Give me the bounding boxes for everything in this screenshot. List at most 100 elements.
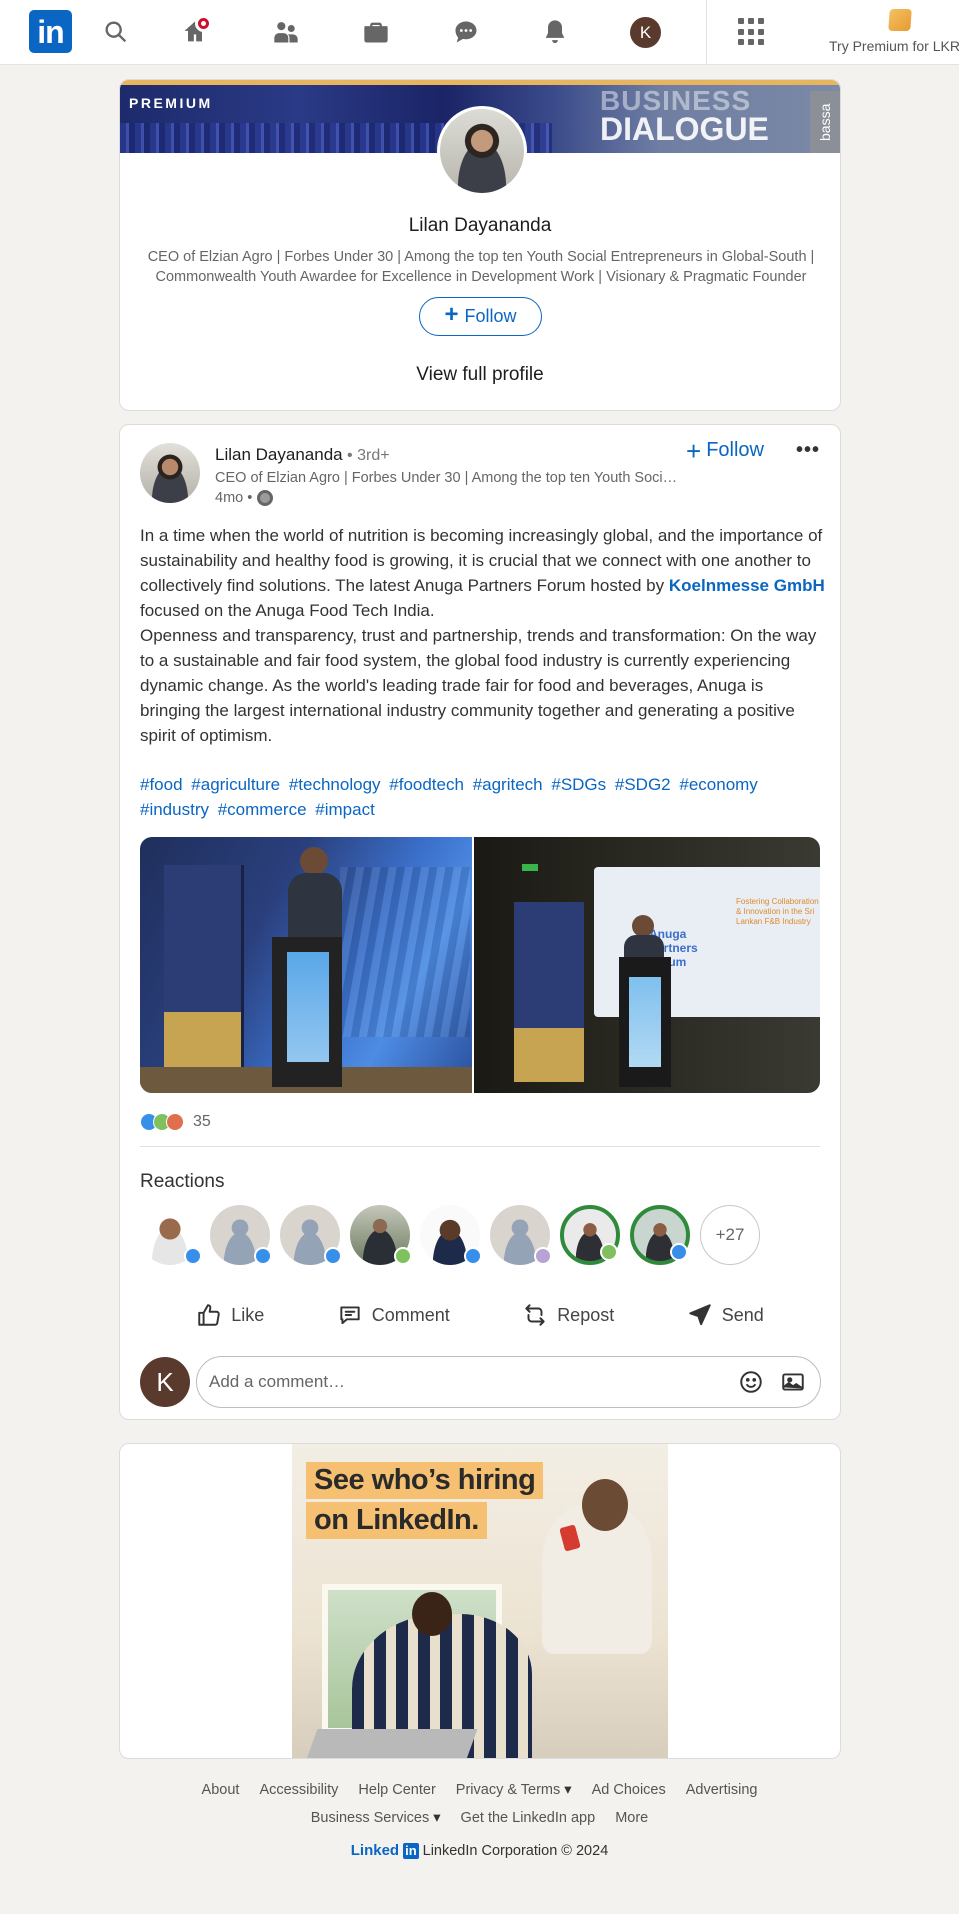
reactor-avatar[interactable] [210,1205,272,1265]
footer-link[interactable]: Accessibility [259,1782,338,1798]
post-follow-button[interactable]: + Follow [686,438,764,464]
post-author-name[interactable]: Lilan Dayananda • 3rd+ [215,445,390,465]
messaging-icon[interactable] [448,14,484,50]
footer-logo-in: in [403,1842,419,1859]
hashtag-link[interactable]: #economy [679,775,757,794]
love-reaction-icon [166,1113,184,1131]
post-author-headline: CEO of Elzian Agro | Forbes Under 30 | A… [215,470,685,486]
post-timestamp: 4mo • [215,490,274,506]
mention-link[interactable]: Koelnmesse GmbH [669,576,825,595]
hashtag-link[interactable]: #industry [140,800,209,819]
reactor-avatar[interactable] [630,1205,690,1265]
footer-link[interactable]: About [202,1782,240,1798]
profile-name[interactable]: Lilan Dayananda [120,215,840,237]
reactor-avatar[interactable] [350,1205,412,1265]
post-text: In a time when the world of nutrition is… [140,523,825,748]
copyright-text: LinkedIn Corporation © 2024 [422,1842,609,1859]
reactions-heading: Reactions [140,1171,225,1192]
footer-link[interactable]: Advertising [686,1782,758,1798]
send-icon [688,1304,711,1326]
footer-logo-word: Linked [350,1842,400,1859]
repost-button[interactable]: Repost [522,1302,614,1328]
photo-screen-text: Fostering Collaboration & Innovation in … [736,897,819,926]
hashtag-link[interactable]: #agriculture [191,775,280,794]
hashtag-link[interactable]: #food [140,775,183,794]
post-author-avatar[interactable] [140,443,200,503]
post-text-part2: focused on the Anuga Food Tech India. [140,601,435,620]
search-icon[interactable] [98,14,134,50]
reactions-summary[interactable]: 35 [140,1113,211,1131]
profile-photo[interactable] [437,106,527,196]
follow-button[interactable]: + Follow [419,297,542,336]
view-full-profile-link[interactable]: View full profile [120,364,840,386]
jobs-icon[interactable] [358,14,394,50]
comment-button[interactable]: Comment [337,1302,450,1328]
reactor-avatar[interactable] [560,1205,620,1265]
hashtag-link[interactable]: #SDG2 [615,775,671,794]
like-label: Like [231,1304,265,1325]
commenter-avatar: K [140,1357,190,1407]
hashtag-link[interactable]: #commerce [218,800,307,819]
thumbs-up-icon [198,1304,220,1326]
profile-headline: CEO of Elzian Agro | Forbes Under 30 | A… [147,249,815,285]
send-label: Send [721,1304,764,1325]
reactor-avatar[interactable] [490,1205,552,1265]
repost-label: Repost [557,1304,615,1325]
like-badge-icon [184,1247,202,1265]
post-actions-bar: Like Comment Repost Send [120,1291,840,1339]
footer-link[interactable]: More [615,1810,648,1826]
footer-link[interactable]: Ad Choices [592,1782,666,1798]
post-text-part3: Openness and transparency, trust and par… [140,626,817,745]
footer-link[interactable]: Help Center [358,1782,435,1798]
emoji-icon[interactable] [736,1367,766,1397]
notifications-icon[interactable] [537,14,573,50]
footer-link[interactable]: Get the LinkedIn app [461,1810,596,1826]
post-follow-label: Follow [706,439,764,461]
hashtag-link[interactable]: #agritech [473,775,543,794]
love-badge-icon [534,1247,552,1265]
plus-icon: + [444,301,459,328]
more-reactors-button[interactable]: +27 [700,1205,760,1265]
post-card: Lilan Dayananda • 3rd+ CEO of Elzian Agr… [119,424,841,1420]
hashtag-link[interactable]: #SDGs [551,775,606,794]
more-options-icon[interactable]: ••• [796,439,820,462]
hashtag-link[interactable]: #technology [289,775,381,794]
footer: About Accessibility Help Center Privacy … [0,1782,959,1859]
comment-box [196,1356,821,1408]
post-photo-2[interactable]: Anuga Partners Forum Fostering Collabora… [474,837,820,1093]
ad-card[interactable]: See who’s hiring on LinkedIn. [119,1443,841,1759]
image-icon[interactable] [778,1367,808,1397]
comment-input[interactable] [209,1372,724,1392]
like-badge-icon [254,1247,272,1265]
reactor-avatar[interactable] [280,1205,342,1265]
hashtag-link[interactable]: #foodtech [389,775,464,794]
ad-headline-line2: on LinkedIn. [306,1502,487,1539]
work-grid-icon[interactable] [738,18,766,46]
banner-side-text: bassa [810,91,840,153]
premium-icon[interactable] [888,9,912,31]
author-profile-card: BUSINESS DIALOGUE bassa PREMIUM Lilan Da… [119,79,841,411]
try-premium-link[interactable]: Try Premium for LKR0 [829,38,959,54]
home-icon[interactable] [177,14,213,50]
repost-icon [525,1304,545,1326]
reactor-avatar[interactable] [420,1205,482,1265]
ad-image[interactable]: See who’s hiring on LinkedIn. [292,1444,668,1758]
divider [140,1146,820,1147]
my-network-icon[interactable] [268,14,304,50]
footer-link-dropdown[interactable]: Privacy & Terms [456,1782,572,1798]
post-photos: Anuga Partners Forum Fostering Collabora… [140,837,820,1093]
connection-degree: • 3rd+ [342,447,390,464]
reactor-avatar[interactable] [140,1205,202,1265]
nav-divider [706,0,707,65]
post-time-text: 4mo • [215,490,253,506]
reaction-count: 35 [193,1113,211,1130]
post-photo-1[interactable] [140,837,472,1093]
like-button[interactable]: Like [196,1302,264,1328]
footer-link-dropdown[interactable]: Business Services [311,1810,441,1826]
linkedin-logo[interactable]: in [29,10,72,53]
premium-label: PREMIUM [129,95,213,111]
like-badge-icon [670,1243,688,1261]
me-avatar[interactable]: K [630,17,661,48]
send-button[interactable]: Send [687,1302,764,1328]
hashtag-link[interactable]: #impact [315,800,375,819]
